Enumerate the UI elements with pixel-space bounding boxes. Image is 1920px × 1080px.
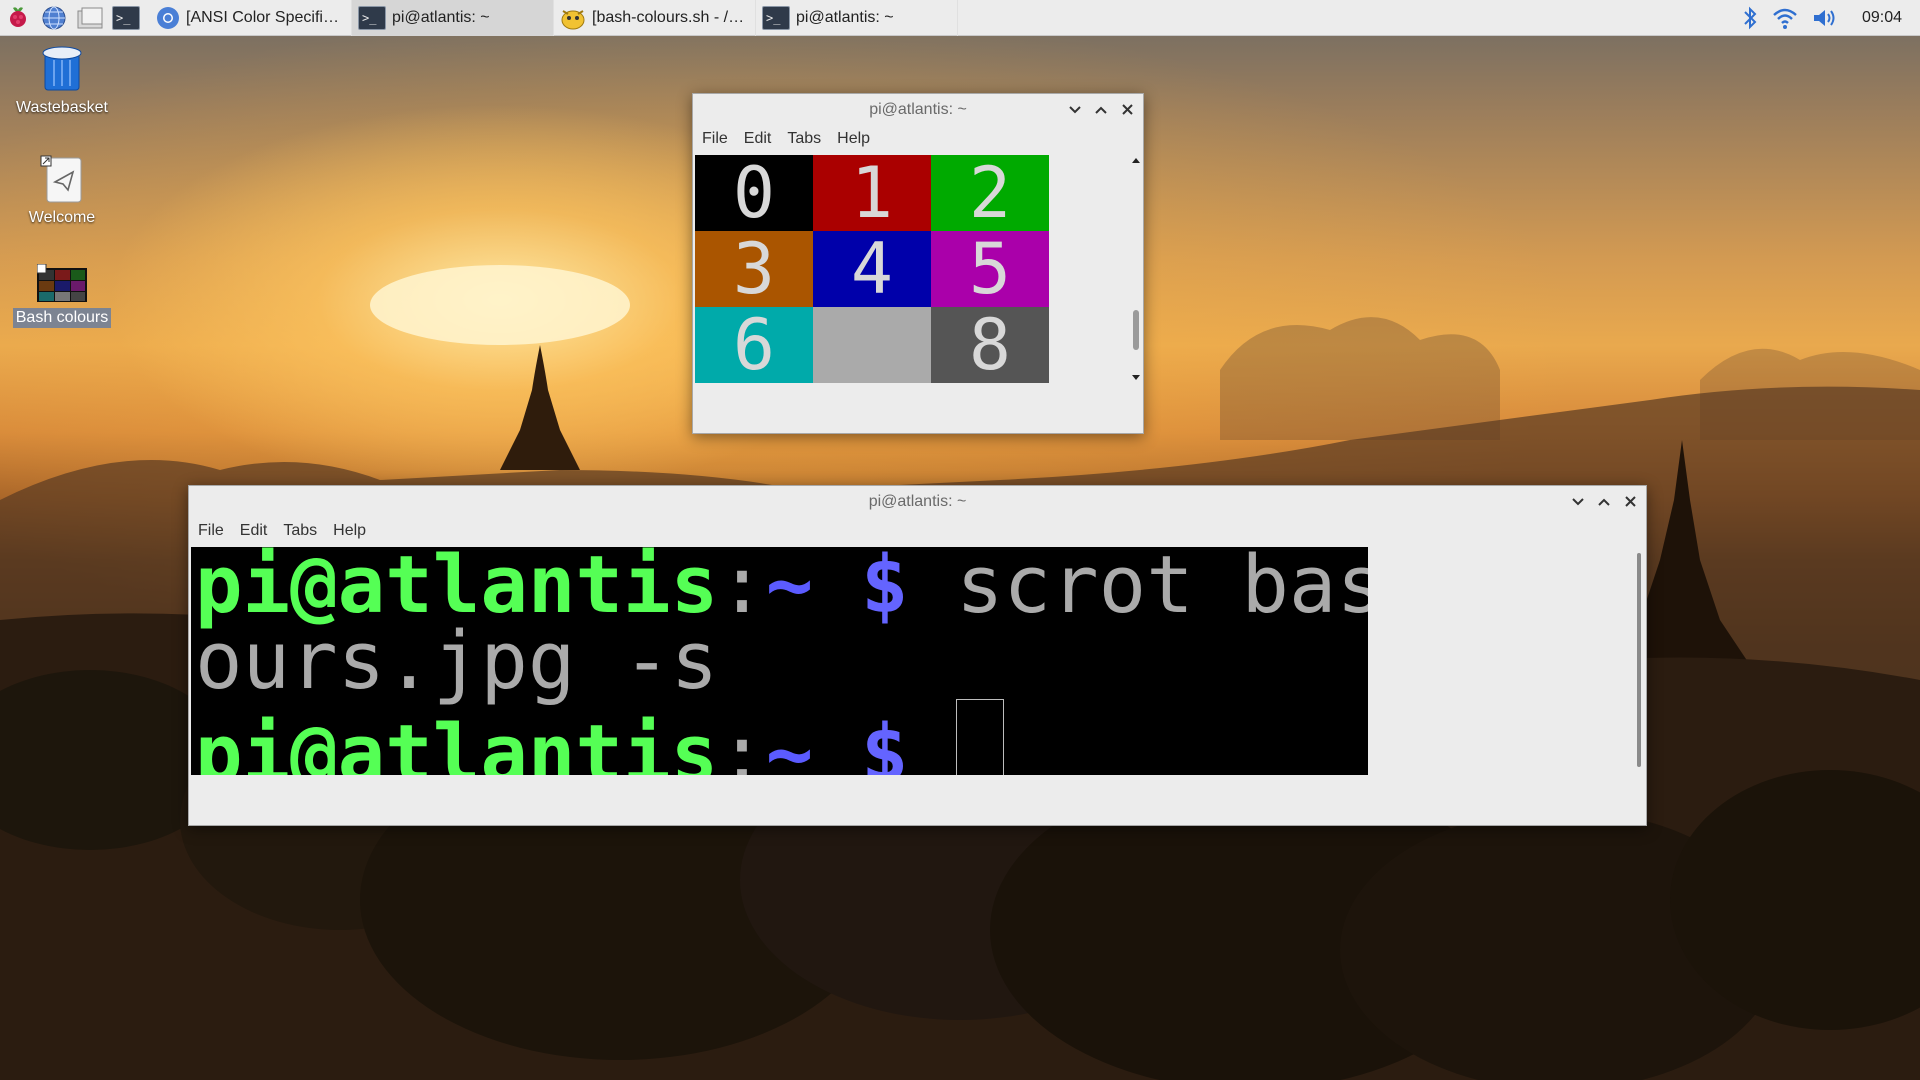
desktop-icon-label: Wastebasket — [16, 99, 108, 116]
desktop-icon-label: Welcome — [28, 209, 96, 226]
color-cell-7 — [813, 307, 931, 383]
task-label: pi@atlantis: ~ — [392, 8, 490, 26]
chevron-up-icon — [1598, 498, 1610, 506]
scrollbar-thumb[interactable] — [1637, 553, 1641, 767]
color-cell-3: 3 — [695, 228, 813, 310]
desktop-icon-label: Bash colours — [12, 308, 112, 328]
desktop-icon-welcome[interactable]: Welcome — [7, 154, 117, 228]
task-terminal-1[interactable]: >_ pi@atlantis: ~ — [352, 0, 554, 36]
terminal-icon: >_ — [112, 5, 140, 30]
terminal-window[interactable]: pi@atlantis: ~ File Edit Tabs Help pi@at… — [188, 485, 1647, 826]
terminal-line-1: pi@atlantis:~ $ scrot bash-col — [195, 547, 1368, 625]
menu-tabs[interactable]: Tabs — [283, 522, 317, 540]
volume-icon[interactable] — [1812, 7, 1838, 29]
taskbar: >_ [ANSI Color Specific ... >_ pi@atlant… — [0, 0, 1920, 36]
task-label: [ANSI Color Specific ... — [186, 8, 345, 26]
color-cell-4: 4 — [813, 228, 931, 310]
terminal-line-3: pi@atlantis:~ $ — [195, 699, 1368, 775]
task-label: pi@atlantis: ~ — [796, 8, 894, 26]
window-titlebar[interactable]: pi@atlantis: ~ — [189, 486, 1646, 517]
menu-help[interactable]: Help — [333, 522, 366, 540]
prompt-user-host: pi@atlantis — [195, 708, 719, 776]
minimize-button[interactable] — [1067, 102, 1083, 118]
chromium-icon — [157, 6, 179, 29]
close-button[interactable] — [1119, 102, 1135, 118]
clock[interactable]: 09:04 — [1862, 9, 1902, 27]
scroll-up-arrow-icon[interactable] — [1130, 156, 1142, 164]
chevron-down-icon — [1572, 497, 1584, 505]
prompt-symbol: $ — [860, 547, 909, 631]
color-cell-2: 2 — [931, 152, 1049, 234]
terminal-line-2: ours.jpg -s — [195, 622, 1368, 701]
desktop-icon-bash-colours[interactable]: Bash colours — [7, 264, 117, 328]
prompt-path: ~ — [765, 708, 814, 776]
command-text: scrot bash-col — [955, 547, 1368, 631]
color-cell-1: 1 — [813, 152, 931, 234]
color-palette-grid: 0 1 2 3 4 5 6 8 — [695, 152, 1049, 386]
menubar: File Edit Tabs Help — [693, 125, 1143, 153]
prompt-colon: : — [718, 708, 766, 776]
welcome-icon — [40, 155, 82, 203]
window-title: pi@atlantis: ~ — [869, 100, 967, 118]
task-text-editor[interactable]: [bash-colours.sh - /h... — [554, 0, 756, 36]
image-file-icon — [37, 264, 87, 302]
close-button[interactable] — [1622, 494, 1638, 510]
raspberry-icon — [10, 6, 26, 27]
folder-icon — [77, 7, 103, 28]
color-cell-0: 0 — [695, 152, 813, 234]
menu-edit[interactable]: Edit — [744, 130, 772, 148]
menu-help[interactable]: Help — [837, 130, 870, 148]
task-chromium[interactable]: [ANSI Color Specific ... — [150, 0, 352, 36]
window-title: pi@atlantis: ~ — [868, 492, 967, 510]
color-cell-6: 6 — [695, 304, 813, 386]
task-terminal-2[interactable]: >_ pi@atlantis: ~ — [756, 0, 958, 36]
menu-edit[interactable]: Edit — [240, 522, 268, 540]
prompt-symbol: $ — [860, 708, 909, 776]
window-titlebar[interactable]: pi@atlantis: ~ — [693, 94, 1143, 125]
command-text-wrap: ours.jpg -s — [195, 615, 719, 707]
color-cell-5: 5 — [931, 228, 1049, 310]
globe-icon — [42, 6, 66, 29]
chevron-up-icon — [1095, 106, 1107, 114]
menu-tabs[interactable]: Tabs — [787, 130, 821, 148]
bluetooth-icon[interactable] — [1742, 5, 1758, 31]
trash-icon — [42, 46, 82, 91]
minimize-button[interactable] — [1570, 494, 1586, 510]
terminal-output[interactable]: pi@atlantis:~ $ scrot bash-colours.jpg -… — [191, 547, 1368, 775]
web-browser-launcher[interactable] — [36, 0, 72, 36]
task-label: [bash-colours.sh - /h... — [592, 8, 749, 26]
menu-file[interactable]: File — [198, 522, 224, 540]
palette-terminal-window[interactable]: pi@atlantis: ~ File Edit Tabs Help 0 1 2… — [692, 93, 1144, 434]
wifi-icon[interactable] — [1772, 6, 1798, 30]
terminal-launcher[interactable]: >_ — [108, 0, 144, 36]
scrollbar-thumb[interactable] — [1133, 310, 1139, 350]
close-icon — [1121, 104, 1133, 115]
color-cell-8: 8 — [931, 304, 1049, 386]
prompt-path: ~ — [765, 547, 814, 631]
close-icon — [1624, 496, 1636, 507]
scrollbar[interactable] — [1633, 547, 1645, 775]
terminal-icon: >_ — [762, 5, 790, 30]
raspberry-menu-button[interactable] — [0, 0, 36, 36]
scrollbar[interactable] — [1130, 155, 1142, 383]
file-manager-launcher[interactable] — [72, 0, 108, 36]
system-tray: 09:04 — [1742, 0, 1920, 36]
text-editor-icon — [561, 9, 585, 29]
scroll-down-arrow-icon[interactable] — [1130, 374, 1142, 382]
text-cursor — [956, 699, 1004, 775]
menu-file[interactable]: File — [702, 130, 728, 148]
desktop-icon-wastebasket[interactable]: Wastebasket — [7, 44, 117, 118]
prompt-colon: : — [718, 547, 766, 631]
terminal-icon: >_ — [358, 5, 386, 30]
maximize-button[interactable] — [1596, 494, 1612, 510]
menubar: File Edit Tabs Help — [189, 517, 1646, 545]
maximize-button[interactable] — [1093, 102, 1109, 118]
chevron-down-icon — [1069, 105, 1081, 113]
